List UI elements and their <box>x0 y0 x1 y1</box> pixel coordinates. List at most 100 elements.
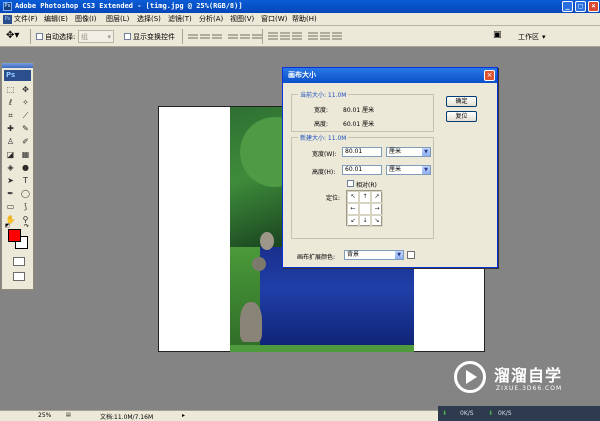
foreground-color-swatch[interactable] <box>8 229 21 242</box>
align-bottom-icon[interactable] <box>212 31 222 41</box>
history-brush-tool-icon[interactable]: ✐ <box>19 136 32 147</box>
menu-file[interactable]: 文件(F) <box>14 13 38 26</box>
chevron-down-icon: ▾ <box>542 32 546 41</box>
menu-view[interactable]: 视图(V) <box>230 13 254 26</box>
auto-select-checkbox[interactable] <box>36 33 43 40</box>
ps-menu-icon[interactable]: Ps <box>3 15 12 24</box>
dialog-close-button[interactable]: × <box>484 70 495 81</box>
relative-label: 相对(R) <box>356 182 377 189</box>
menu-select[interactable]: 选择(S) <box>137 13 161 26</box>
marquee-tool-icon[interactable]: ⬚ <box>4 84 17 95</box>
new-height-input[interactable]: 60.01 <box>342 165 382 175</box>
status-menu-arrow-icon[interactable]: ▸ <box>182 412 185 419</box>
play-icon <box>466 370 477 384</box>
ok-button[interactable]: 确定 <box>446 96 477 107</box>
align-top-icon[interactable] <box>188 31 198 41</box>
height-unit-select[interactable]: 厘米 ▼ <box>386 165 431 175</box>
swap-colors-icon[interactable]: ↷ <box>24 223 29 230</box>
clone-stamp-tool-icon[interactable]: ♙ <box>4 136 17 147</box>
healing-brush-tool-icon[interactable]: ✚ <box>4 123 17 134</box>
zoom-level[interactable]: 25% <box>38 412 51 419</box>
auto-select-value: 组 <box>81 32 88 41</box>
distribute-top-icon[interactable] <box>268 31 278 41</box>
toolbox-header[interactable] <box>2 63 33 68</box>
maximize-button[interactable]: □ <box>575 1 586 12</box>
document-size: 文档:11.0M/7.16M <box>100 414 154 421</box>
height-unit-value: 厘米 <box>389 166 402 173</box>
align-left-icon[interactable] <box>228 31 238 41</box>
anchor-bottom-left-arrow-icon[interactable]: ↙ <box>347 215 359 227</box>
workspace-button[interactable]: 工作区 ▾ <box>518 30 546 43</box>
chevron-down-icon: ▼ <box>422 166 430 174</box>
blur-tool-icon[interactable]: ◈ <box>4 162 17 173</box>
window-title-bar: Ps Adobe Photoshop CS3 Extended - [timg.… <box>0 0 600 13</box>
auto-select-dropdown[interactable]: 组 ▾ <box>78 30 114 43</box>
menu-help[interactable]: 帮助(H) <box>292 13 317 26</box>
path-selection-tool-icon[interactable]: ➤ <box>4 175 17 186</box>
quick-mask-mode-button[interactable] <box>13 257 25 266</box>
distribute-left-icon[interactable] <box>308 31 318 41</box>
new-height-label: 高度(H): <box>312 169 336 176</box>
crop-tool-icon[interactable]: ⌗ <box>4 110 17 121</box>
anchor-left-arrow-icon[interactable]: ← <box>347 203 359 215</box>
toolbox: Ps ⬚ ✥ ℓ ✧ ⌗ ⟋ ✚ ✎ ♙ ✐ ◪ ▦ ◈ ● ➤ T ✒ ◯ ▭… <box>1 62 34 290</box>
extension-color-swatch[interactable] <box>407 251 415 259</box>
shape-tool-icon[interactable]: ◯ <box>19 188 32 199</box>
new-width-label: 宽度(W): <box>312 151 337 158</box>
distribute-vcenter-icon[interactable] <box>280 31 290 41</box>
extension-color-select[interactable]: 背景 ▼ <box>344 250 404 260</box>
reset-button[interactable]: 复位 <box>446 111 477 122</box>
current-height-value: 60.01 厘米 <box>343 121 375 128</box>
camera-icon[interactable]: ▣ <box>493 30 502 40</box>
width-unit-select[interactable]: 厘米 ▼ <box>386 147 431 157</box>
move-tool-icon[interactable]: ✥▾ <box>6 30 19 41</box>
dialog-title: 画布大小 <box>283 68 497 83</box>
new-width-input[interactable]: 80.01 <box>342 147 382 157</box>
menu-window[interactable]: 窗口(W) <box>261 13 287 26</box>
anchor-top-arrow-icon[interactable]: ↑ <box>359 191 371 203</box>
anchor-center-cell[interactable] <box>359 203 371 215</box>
align-right-icon[interactable] <box>252 31 262 41</box>
minimize-button[interactable]: _ <box>562 1 573 12</box>
move-tool-icon[interactable]: ✥ <box>19 84 32 95</box>
chevron-down-icon: ▼ <box>395 251 403 259</box>
close-button[interactable]: × <box>588 1 599 12</box>
show-transform-checkbox[interactable] <box>124 33 131 40</box>
anchor-top-left-arrow-icon[interactable]: ↖ <box>347 191 359 203</box>
type-tool-icon[interactable]: T <box>19 175 32 186</box>
pen-tool-icon[interactable]: ✒ <box>4 188 17 199</box>
brush-tool-icon[interactable]: ✎ <box>19 123 32 134</box>
distribute-right-icon[interactable] <box>332 31 342 41</box>
align-buttons-group <box>188 31 262 41</box>
align-hcenter-icon[interactable] <box>240 31 250 41</box>
eraser-tool-icon[interactable]: ◪ <box>4 149 17 160</box>
menu-image[interactable]: 图像(I) <box>75 13 97 26</box>
align-vcenter-icon[interactable] <box>200 31 210 41</box>
anchor-bottom-arrow-icon[interactable]: ↓ <box>359 215 371 227</box>
anchor-bottom-right-arrow-icon[interactable]: ↘ <box>371 215 383 227</box>
current-size-group: 当前大小: 11.0M 宽度: 80.01 厘米 高度: 60.01 厘米 <box>291 90 434 132</box>
menu-analysis[interactable]: 分析(A) <box>199 13 223 26</box>
distribute-hcenter-icon[interactable] <box>320 31 330 41</box>
distribute-bottom-icon[interactable] <box>292 31 302 41</box>
anchor-right-arrow-icon[interactable]: → <box>371 203 383 215</box>
anchor-top-right-arrow-icon[interactable]: ↗ <box>371 191 383 203</box>
status-icon: ▤ <box>66 412 71 418</box>
eyedropper-tool-icon[interactable]: ⟆ <box>19 201 32 212</box>
menu-layer[interactable]: 图层(L) <box>106 13 129 26</box>
relative-checkbox[interactable] <box>347 180 354 187</box>
current-height-label: 高度: <box>314 121 329 128</box>
workspace-label: 工作区 <box>518 32 539 41</box>
slice-tool-icon[interactable]: ⟋ <box>19 110 32 121</box>
menu-edit[interactable]: 编辑(E) <box>44 13 68 26</box>
gradient-tool-icon[interactable]: ▦ <box>19 149 32 160</box>
magic-wand-tool-icon[interactable]: ✧ <box>19 97 32 108</box>
notes-tool-icon[interactable]: ▭ <box>4 201 17 212</box>
upload-speed: 0K/S <box>460 410 474 417</box>
menu-bar: Ps 文件(F) 编辑(E) 图像(I) 图层(L) 选择(S) 滤镜(T) 分… <box>0 13 600 26</box>
dodge-tool-icon[interactable]: ● <box>19 162 32 173</box>
lasso-tool-icon[interactable]: ℓ <box>4 97 17 108</box>
screen-mode-button[interactable] <box>13 272 25 281</box>
anchor-grid[interactable]: ↖ ↑ ↗ ← → ↙ ↓ ↘ <box>346 190 383 227</box>
menu-filter[interactable]: 滤镜(T) <box>168 13 192 26</box>
